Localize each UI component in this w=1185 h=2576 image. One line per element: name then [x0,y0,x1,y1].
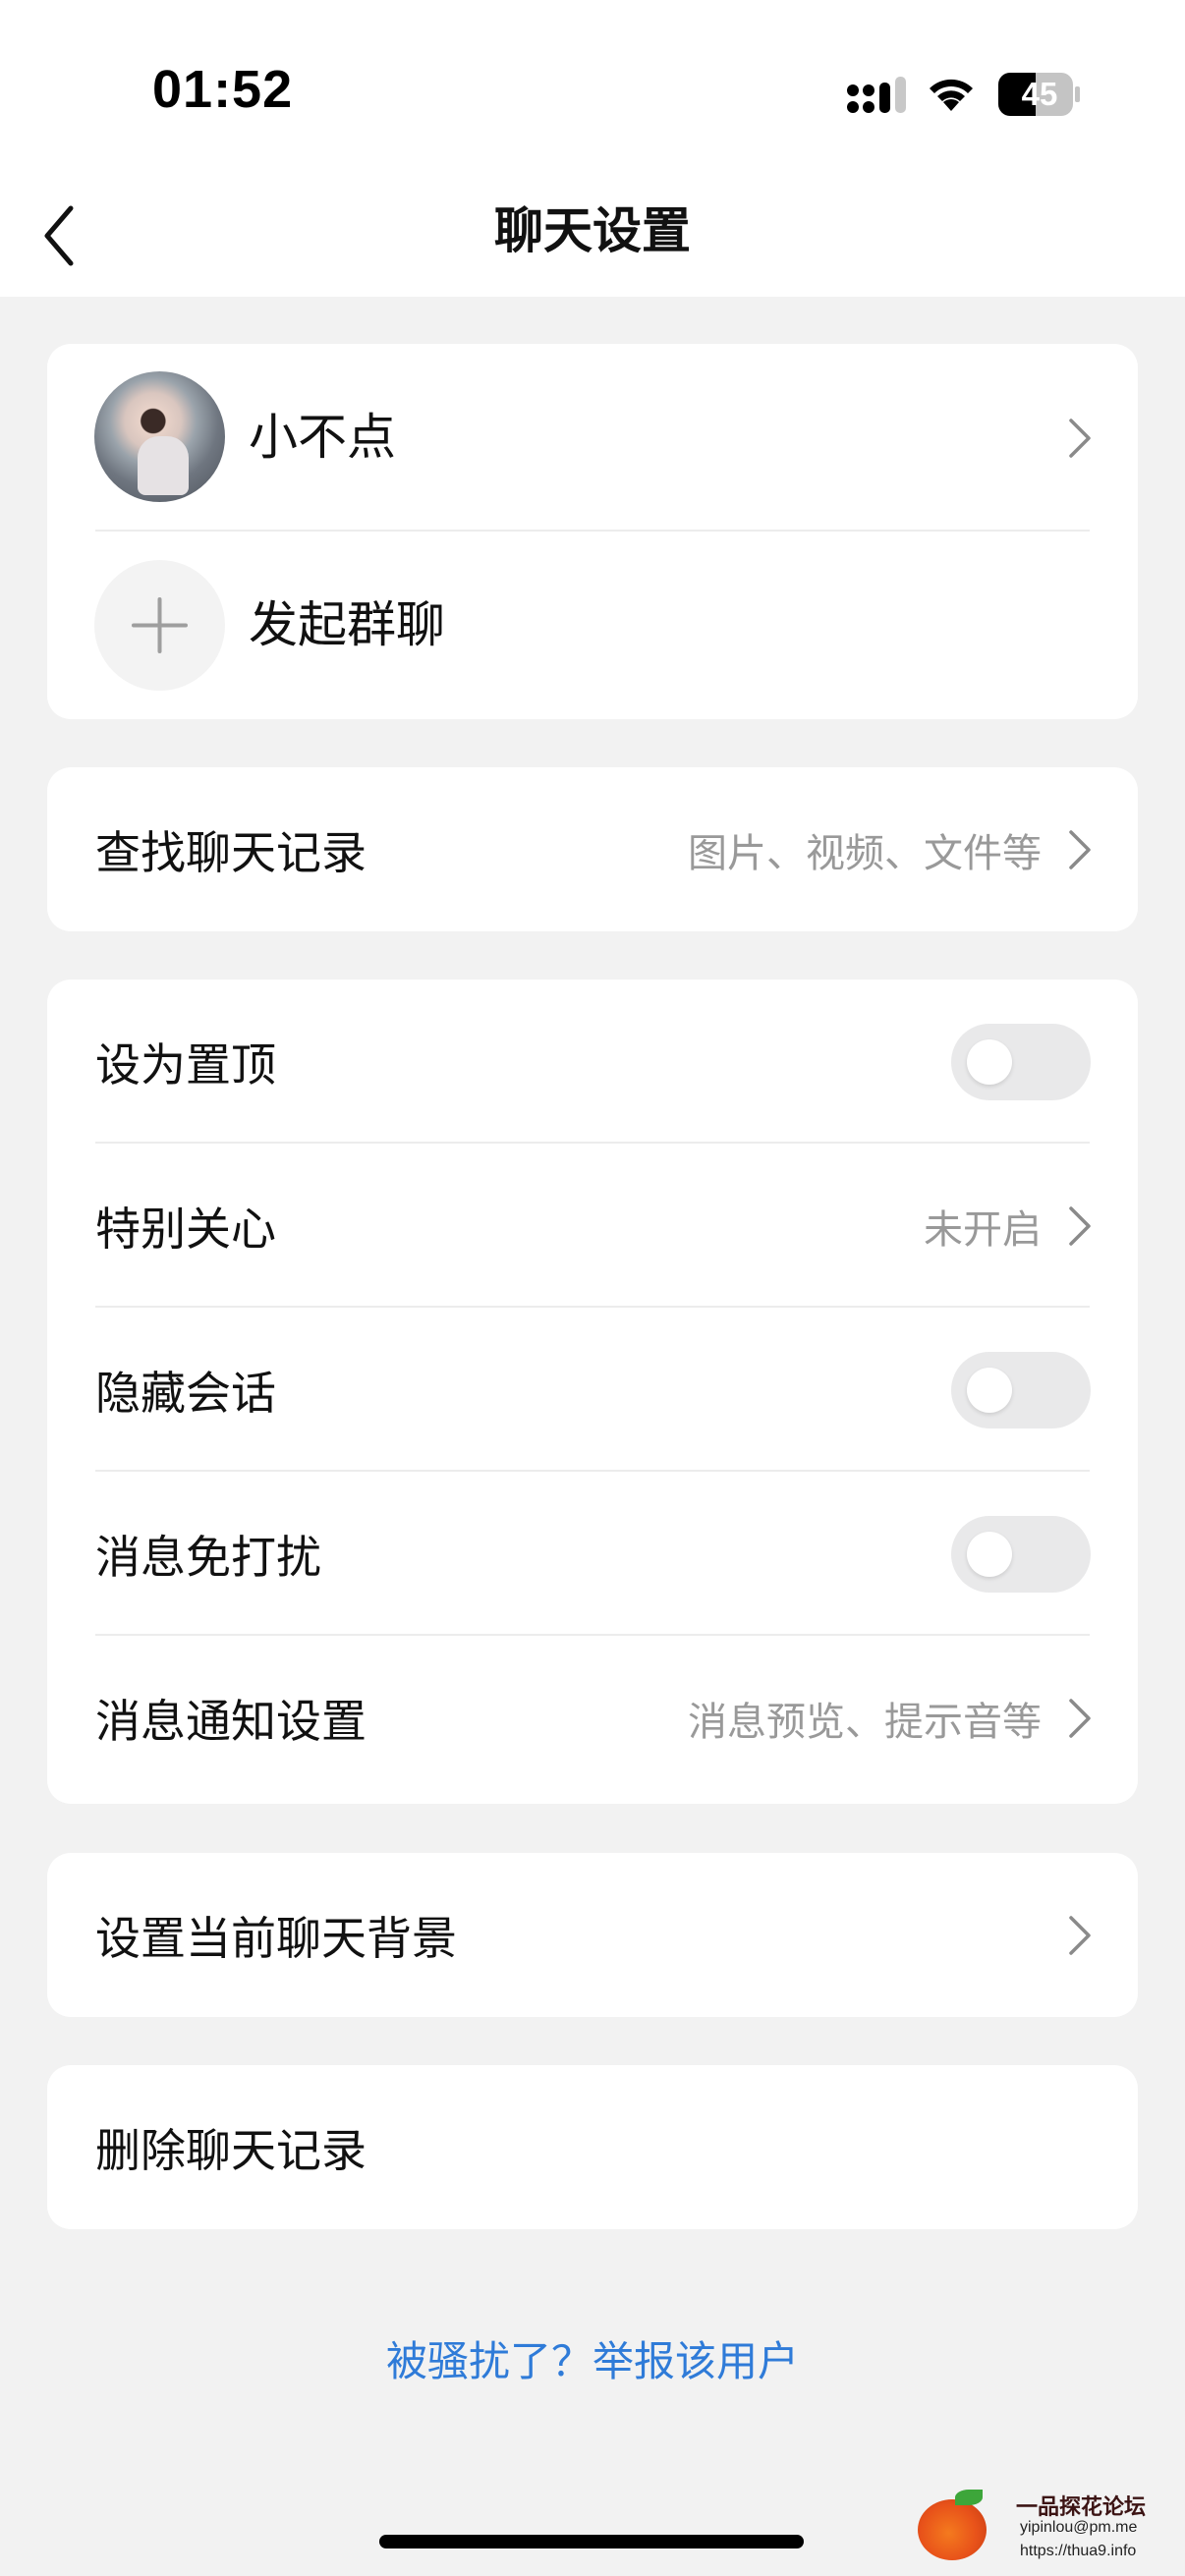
dnd-label: 消息免打扰 [95,1530,321,1584]
profile-row[interactable]: 小不点 [47,344,1138,532]
avatar[interactable] [94,371,225,502]
home-indicator[interactable] [379,2535,804,2548]
profile-card: 小不点 发起群聊 [47,344,1138,719]
add-group-button[interactable] [94,560,225,691]
special-care-value: 未开启 [924,1206,1042,1253]
nav-bar: 聊天设置 [0,177,1185,297]
watermark-leaf [955,2490,983,2505]
pin-toggle[interactable] [951,1023,1091,1100]
chevron-right-icon [1069,418,1091,458]
watermark-url: https://thua9.info [1020,2543,1137,2559]
hide-chat-row: 隐藏会话 [47,1308,1138,1472]
search-history-label: 查找聊天记录 [95,825,367,879]
profile-name: 小不点 [249,409,396,466]
watermark-email: yipinlou@pm.me [1020,2519,1138,2536]
hide-chat-toggle[interactable] [951,1351,1091,1428]
notify-settings-row[interactable]: 消息通知设置 消息预览、提示音等 [47,1636,1138,1800]
delete-card: 删除聊天记录 [47,2065,1138,2229]
pin-row: 设为置顶 [47,980,1138,1144]
settings-card: 设为置顶 特别关心 未开启 隐藏会话 消息免打扰 消息通知设置 消息预览、提示音… [47,980,1138,1804]
special-care-row[interactable]: 特别关心 未开启 [47,1144,1138,1308]
search-history-row[interactable]: 查找聊天记录 图片、视频、文件等 [47,767,1138,931]
delete-history-label: 删除聊天记录 [95,2123,367,2177]
status-time: 01:52 [152,60,294,119]
chat-settings-screen: 01:52 45 聊天设置 小不点 发起群聊 查找聊天记录 图片、视频、文件等 … [0,0,1185,2576]
plus-icon [132,597,188,653]
pin-label: 设为置顶 [95,1037,276,1092]
watermark: 一品探花论坛 yipinlou@pm.me https://thua9.info [914,2486,1169,2574]
watermark-logo [918,2499,987,2560]
battery-level: 45 [1021,76,1058,112]
add-group-row[interactable]: 发起群聊 [47,532,1138,719]
chevron-right-icon [1069,1698,1091,1738]
dnd-row: 消息免打扰 [47,1472,1138,1636]
search-history-hint: 图片、视频、文件等 [688,830,1042,876]
signal-icon [847,77,906,113]
add-group-label: 发起群聊 [249,596,445,653]
chat-background-row[interactable]: 设置当前聊天背景 [47,1853,1138,2017]
back-button[interactable] [29,196,108,275]
chevron-right-icon [1069,1205,1091,1246]
chevron-right-icon [1069,1915,1091,1955]
watermark-title: 一品探花论坛 [1016,2495,1147,2520]
status-bar: 01:52 45 [0,0,1185,177]
background-card: 设置当前聊天背景 [47,1853,1138,2017]
report-user-link[interactable]: 被骚扰了？举报该用户 [0,2328,1185,2388]
wifi-icon [930,79,973,111]
search-history-card: 查找聊天记录 图片、视频、文件等 [47,767,1138,931]
delete-history-row[interactable]: 删除聊天记录 [47,2065,1138,2229]
notify-settings-label: 消息通知设置 [95,1694,367,1748]
notify-settings-hint: 消息预览、提示音等 [688,1699,1042,1745]
page-title: 聊天设置 [494,202,691,259]
chevron-right-icon [1069,829,1091,869]
dnd-toggle[interactable] [951,1515,1091,1593]
hide-chat-label: 隐藏会话 [95,1366,276,1420]
special-care-label: 特别关心 [95,1202,276,1256]
chat-background-label: 设置当前聊天背景 [95,1911,457,1965]
